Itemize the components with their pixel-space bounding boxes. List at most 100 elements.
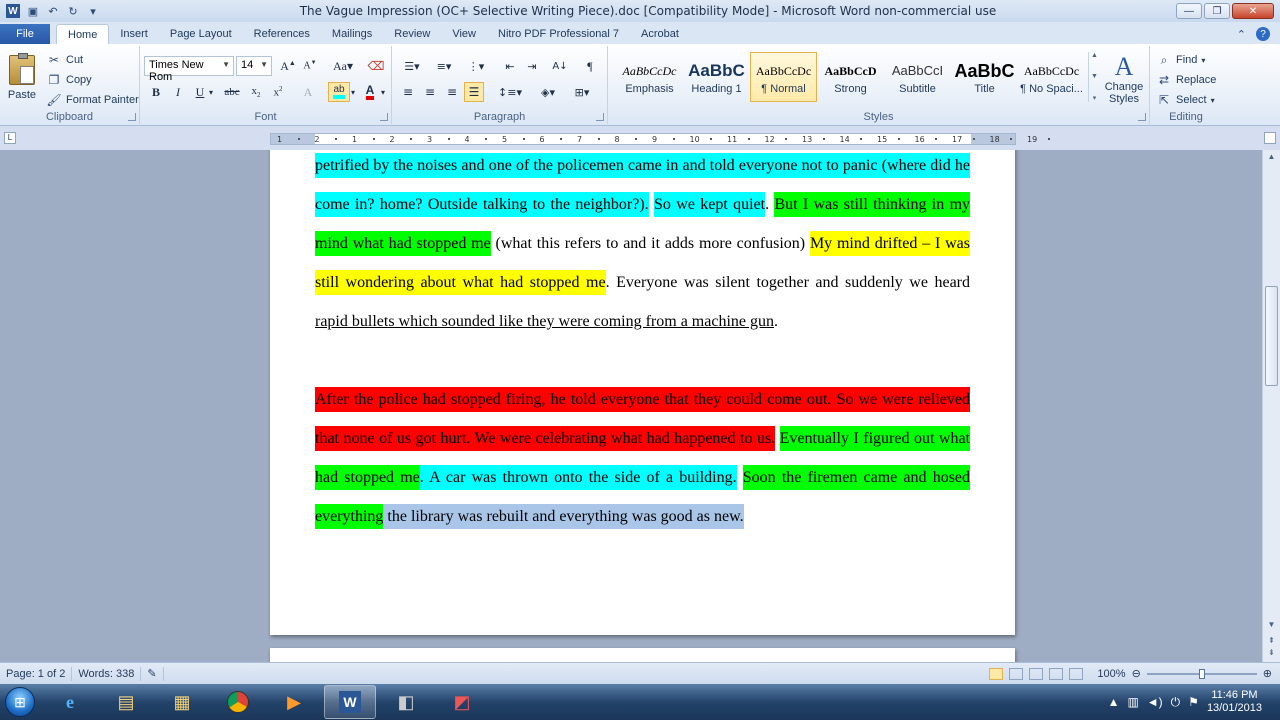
taskbar-app-1[interactable]: ◧	[380, 685, 432, 719]
more-styles-icon[interactable]: ▾	[1093, 94, 1097, 102]
find-button[interactable]: ⌕ Find ▾	[1156, 52, 1206, 68]
line-spacing-button[interactable]: ↕≡▾	[496, 82, 524, 102]
change-case-button[interactable]: Aa▾	[330, 56, 356, 76]
numbering-button[interactable]: ≡▾	[430, 56, 458, 76]
style-emphasis[interactable]: AaBbCcDc Emphasis	[616, 52, 683, 102]
page-1[interactable]: petrified by the noises and one of the p…	[270, 150, 1015, 635]
bold-button[interactable]: B	[146, 82, 166, 102]
save-icon[interactable]: ▣	[26, 4, 40, 18]
format-painter-button[interactable]: 🖌 Format Painter	[46, 92, 138, 108]
chevron-down-icon[interactable]: ▼	[1091, 73, 1098, 80]
subscript-button[interactable]: x2	[246, 82, 266, 102]
select-button[interactable]: ⇱ Select ▾	[1156, 92, 1215, 108]
grow-font-button[interactable]: A▲	[278, 56, 298, 76]
paste-button[interactable]: Paste	[4, 48, 40, 108]
font-name-combo[interactable]: Times New Rom ▼	[144, 56, 234, 83]
style-heading-1[interactable]: AaBbC Heading 1	[683, 52, 750, 102]
tab-page-layout[interactable]: Page Layout	[159, 24, 243, 44]
zoom-out-icon[interactable]: ⊖	[1132, 667, 1141, 680]
minimize-ribbon-icon[interactable]: ⌃	[1237, 28, 1246, 41]
power-icon[interactable]: ⏻	[1171, 695, 1181, 710]
decrease-indent-button[interactable]: ⇤	[500, 56, 520, 76]
style-normal[interactable]: AaBbCcDc ¶ Normal	[750, 52, 817, 102]
taskbar-app-2[interactable]: ◩	[436, 685, 488, 719]
scroll-up-icon[interactable]: ▲	[1263, 150, 1280, 164]
scroll-thumb[interactable]	[1265, 286, 1278, 386]
clock[interactable]: 11:46 PM 13/01/2013	[1207, 689, 1262, 715]
scroll-down-icon[interactable]: ▼	[1263, 618, 1280, 632]
horizontal-ruler[interactable]: 1 2 1 2 3 4 5 6 7 8 9 10 11 12 13 14 15 16 17 18 19	[270, 133, 1050, 145]
style-title[interactable]: AaBbC Title	[951, 52, 1018, 102]
minimize-button[interactable]: —	[1176, 3, 1202, 19]
outline-icon[interactable]	[1049, 667, 1064, 680]
action-center-icon[interactable]: ⚑	[1188, 695, 1199, 709]
help-icon[interactable]: ?	[1256, 27, 1270, 41]
word-count[interactable]: Words: 338	[72, 666, 142, 681]
underline-dropdown[interactable]: ▾	[206, 82, 216, 102]
network-icon[interactable]: ▥	[1127, 695, 1138, 709]
align-left-button[interactable]: ≡	[398, 82, 418, 102]
tab-insert[interactable]: Insert	[109, 24, 159, 44]
text-highlight-button[interactable]: ab	[328, 82, 350, 102]
chevron-up-icon[interactable]: ▲	[1091, 52, 1098, 59]
tab-mailings[interactable]: Mailings	[321, 24, 383, 44]
superscript-button[interactable]: x2	[268, 82, 288, 102]
paragraph-dialog-launcher[interactable]	[596, 113, 604, 121]
font-size-combo[interactable]: 14 ▼	[236, 56, 272, 76]
vertical-scrollbar[interactable]: ▲ ▼ ⇞ ⇟	[1262, 150, 1280, 662]
clipboard-dialog-launcher[interactable]	[128, 113, 136, 121]
undo-icon[interactable]: ↶	[46, 4, 60, 18]
style-gallery-scroller[interactable]: ▲ ▼ ▾	[1088, 52, 1100, 102]
copy-button[interactable]: ❐ Copy	[46, 72, 92, 88]
highlight-dropdown[interactable]: ▾	[348, 82, 358, 102]
justify-button[interactable]: ☰	[464, 82, 484, 102]
tab-selector-icon[interactable]: L	[4, 132, 16, 144]
multilevel-list-button[interactable]: ⋮▾	[462, 56, 490, 76]
next-page-icon[interactable]: ⇟	[1263, 646, 1280, 660]
print-layout-icon[interactable]	[989, 667, 1004, 680]
tab-file[interactable]: File	[0, 24, 50, 44]
taskbar-word[interactable]: W	[324, 685, 376, 719]
customize-qat-icon[interactable]: ▾	[86, 4, 100, 18]
zoom-in-icon[interactable]: ⊕	[1263, 667, 1272, 680]
styles-dialog-launcher[interactable]	[1138, 113, 1146, 121]
tab-nitro-pdf[interactable]: Nitro PDF Professional 7	[487, 24, 630, 44]
page-2[interactable]	[270, 648, 1015, 662]
cut-button[interactable]: ✂ Cut	[46, 52, 83, 68]
paragraph-2[interactable]: After the police had stopped firing, he …	[315, 380, 971, 536]
taskbar-explorer-2[interactable]: ▦	[156, 685, 208, 719]
align-right-button[interactable]: ≡	[442, 82, 462, 102]
tab-references[interactable]: References	[243, 24, 321, 44]
zoom-thumb[interactable]	[1198, 668, 1205, 679]
style-subtitle[interactable]: AaBbCcI Subtitle	[884, 52, 951, 102]
taskbar-explorer-1[interactable]: ▤	[100, 685, 152, 719]
align-center-button[interactable]: ≡	[420, 82, 440, 102]
proofing-icon[interactable]: ✎	[141, 666, 164, 681]
style-no-spacing[interactable]: AaBbCcDc ¶ No Spaci...	[1018, 52, 1085, 102]
maximize-button[interactable]: ❐	[1204, 3, 1230, 19]
zoom-level[interactable]: 100%	[1097, 668, 1125, 680]
tab-review[interactable]: Review	[383, 24, 441, 44]
taskbar-media-player[interactable]: ▶	[268, 685, 320, 719]
web-layout-icon[interactable]	[1029, 667, 1044, 680]
bullets-button[interactable]: ☰▾	[398, 56, 426, 76]
sort-button[interactable]: A↓	[550, 56, 570, 76]
zoom-slider[interactable]	[1146, 668, 1257, 679]
shrink-font-button[interactable]: A▼	[300, 56, 320, 76]
page-count[interactable]: Page: 1 of 2	[0, 666, 73, 681]
strikethrough-button[interactable]: abc	[222, 82, 242, 102]
tab-view[interactable]: View	[441, 24, 487, 44]
shading-button[interactable]: ◈▾	[534, 82, 562, 102]
font-color-dropdown[interactable]: ▾	[378, 82, 388, 102]
paragraph-1[interactable]: petrified by the noises and one of the p…	[315, 150, 971, 341]
increase-indent-button[interactable]: ⇥	[522, 56, 542, 76]
draft-icon[interactable]	[1069, 667, 1084, 680]
tab-home[interactable]: Home	[56, 24, 110, 44]
clear-formatting-button[interactable]: ⌫	[366, 56, 386, 76]
taskbar-internet-explorer[interactable]: e	[44, 685, 96, 719]
tab-acrobat[interactable]: Acrobat	[630, 24, 690, 44]
full-screen-reading-icon[interactable]	[1009, 667, 1024, 680]
style-strong[interactable]: AaBbCcD Strong	[817, 52, 884, 102]
volume-icon[interactable]: ◄)	[1147, 695, 1163, 709]
borders-button[interactable]: ⊞▾	[568, 82, 596, 102]
